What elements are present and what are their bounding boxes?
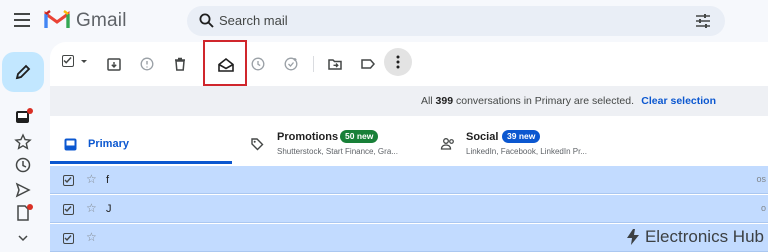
clear-selection-link[interactable]: Clear selection (641, 95, 716, 107)
selection-message: All 399 conversations in Primary are sel… (420, 95, 634, 107)
nav-starred-icon[interactable] (14, 133, 32, 151)
select-checkbox-icon[interactable] (62, 55, 74, 67)
row-checkbox-icon[interactable] (63, 175, 74, 186)
table-row[interactable]: ☆ f os (50, 166, 768, 194)
promotions-new-badge: 50 new (340, 130, 379, 143)
row-checkbox-icon[interactable] (63, 233, 74, 244)
main-menu-icon[interactable] (14, 11, 34, 29)
row-sender: J (106, 203, 112, 215)
nav-drafts-icon[interactable] (14, 204, 33, 222)
nav-more-icon[interactable] (14, 229, 32, 247)
social-snippet: LinkedIn, Facebook, LinkedIn Pr... (466, 147, 587, 156)
search-bar[interactable]: Search mail (187, 6, 725, 36)
search-input[interactable]: Search mail (219, 13, 288, 28)
tab-social[interactable]: Social 39 new LinkedIn, Facebook, Linked… (426, 116, 626, 164)
select-dropdown-icon[interactable] (80, 58, 88, 66)
watermark: Electronics Hub (625, 227, 764, 247)
tab-social-label: Social (466, 131, 499, 143)
tag-icon (251, 138, 264, 151)
row-checkbox-icon[interactable] (63, 204, 74, 215)
nav-sent-icon[interactable] (14, 181, 32, 199)
archive-icon[interactable] (106, 56, 124, 74)
more-vert-icon (396, 55, 400, 69)
label-icon[interactable] (360, 56, 378, 74)
row-sender: f (106, 174, 110, 186)
report-spam-icon[interactable] (139, 56, 157, 74)
tab-primary[interactable]: Primary (50, 116, 232, 164)
compose-button[interactable] (2, 52, 44, 92)
people-icon (440, 138, 454, 150)
row-date: os (756, 174, 766, 184)
add-to-tasks-icon[interactable] (283, 56, 301, 74)
search-icon[interactable] (199, 13, 214, 28)
star-icon[interactable]: ☆ (86, 230, 97, 244)
search-options-icon[interactable] (695, 14, 711, 28)
delete-icon[interactable] (172, 56, 190, 74)
social-new-badge: 39 new (502, 130, 541, 143)
selected-count: 399 (435, 95, 454, 107)
watermark-logo-icon (626, 229, 639, 245)
gmail-logo-icon[interactable] (44, 9, 70, 29)
move-to-icon[interactable] (327, 56, 345, 74)
tab-primary-label: Primary (88, 138, 129, 150)
mark-as-read-icon[interactable] (217, 56, 235, 74)
nav-inbox-icon[interactable] (14, 108, 33, 126)
tab-promotions[interactable]: Promotions 50 new Shutterstock, Start Fi… (232, 116, 426, 164)
toolbar-divider (313, 56, 314, 72)
row-date: o (760, 203, 766, 213)
app-title: Gmail (76, 10, 127, 31)
inbox-icon (64, 138, 77, 151)
pencil-icon (15, 64, 31, 80)
more-options-button[interactable] (384, 48, 412, 76)
promotions-snippet: Shutterstock, Start Finance, Gra... (277, 147, 398, 156)
star-icon[interactable]: ☆ (86, 172, 97, 186)
snooze-icon[interactable] (250, 56, 268, 74)
tab-promotions-label: Promotions (277, 131, 339, 143)
table-row[interactable]: ☆ J o (50, 195, 768, 223)
selection-banner: All 399 conversations in Primary are sel… (50, 86, 768, 116)
nav-snoozed-icon[interactable] (14, 156, 32, 174)
watermark-text: Electronics Hub (644, 227, 764, 246)
star-icon[interactable]: ☆ (86, 201, 97, 215)
